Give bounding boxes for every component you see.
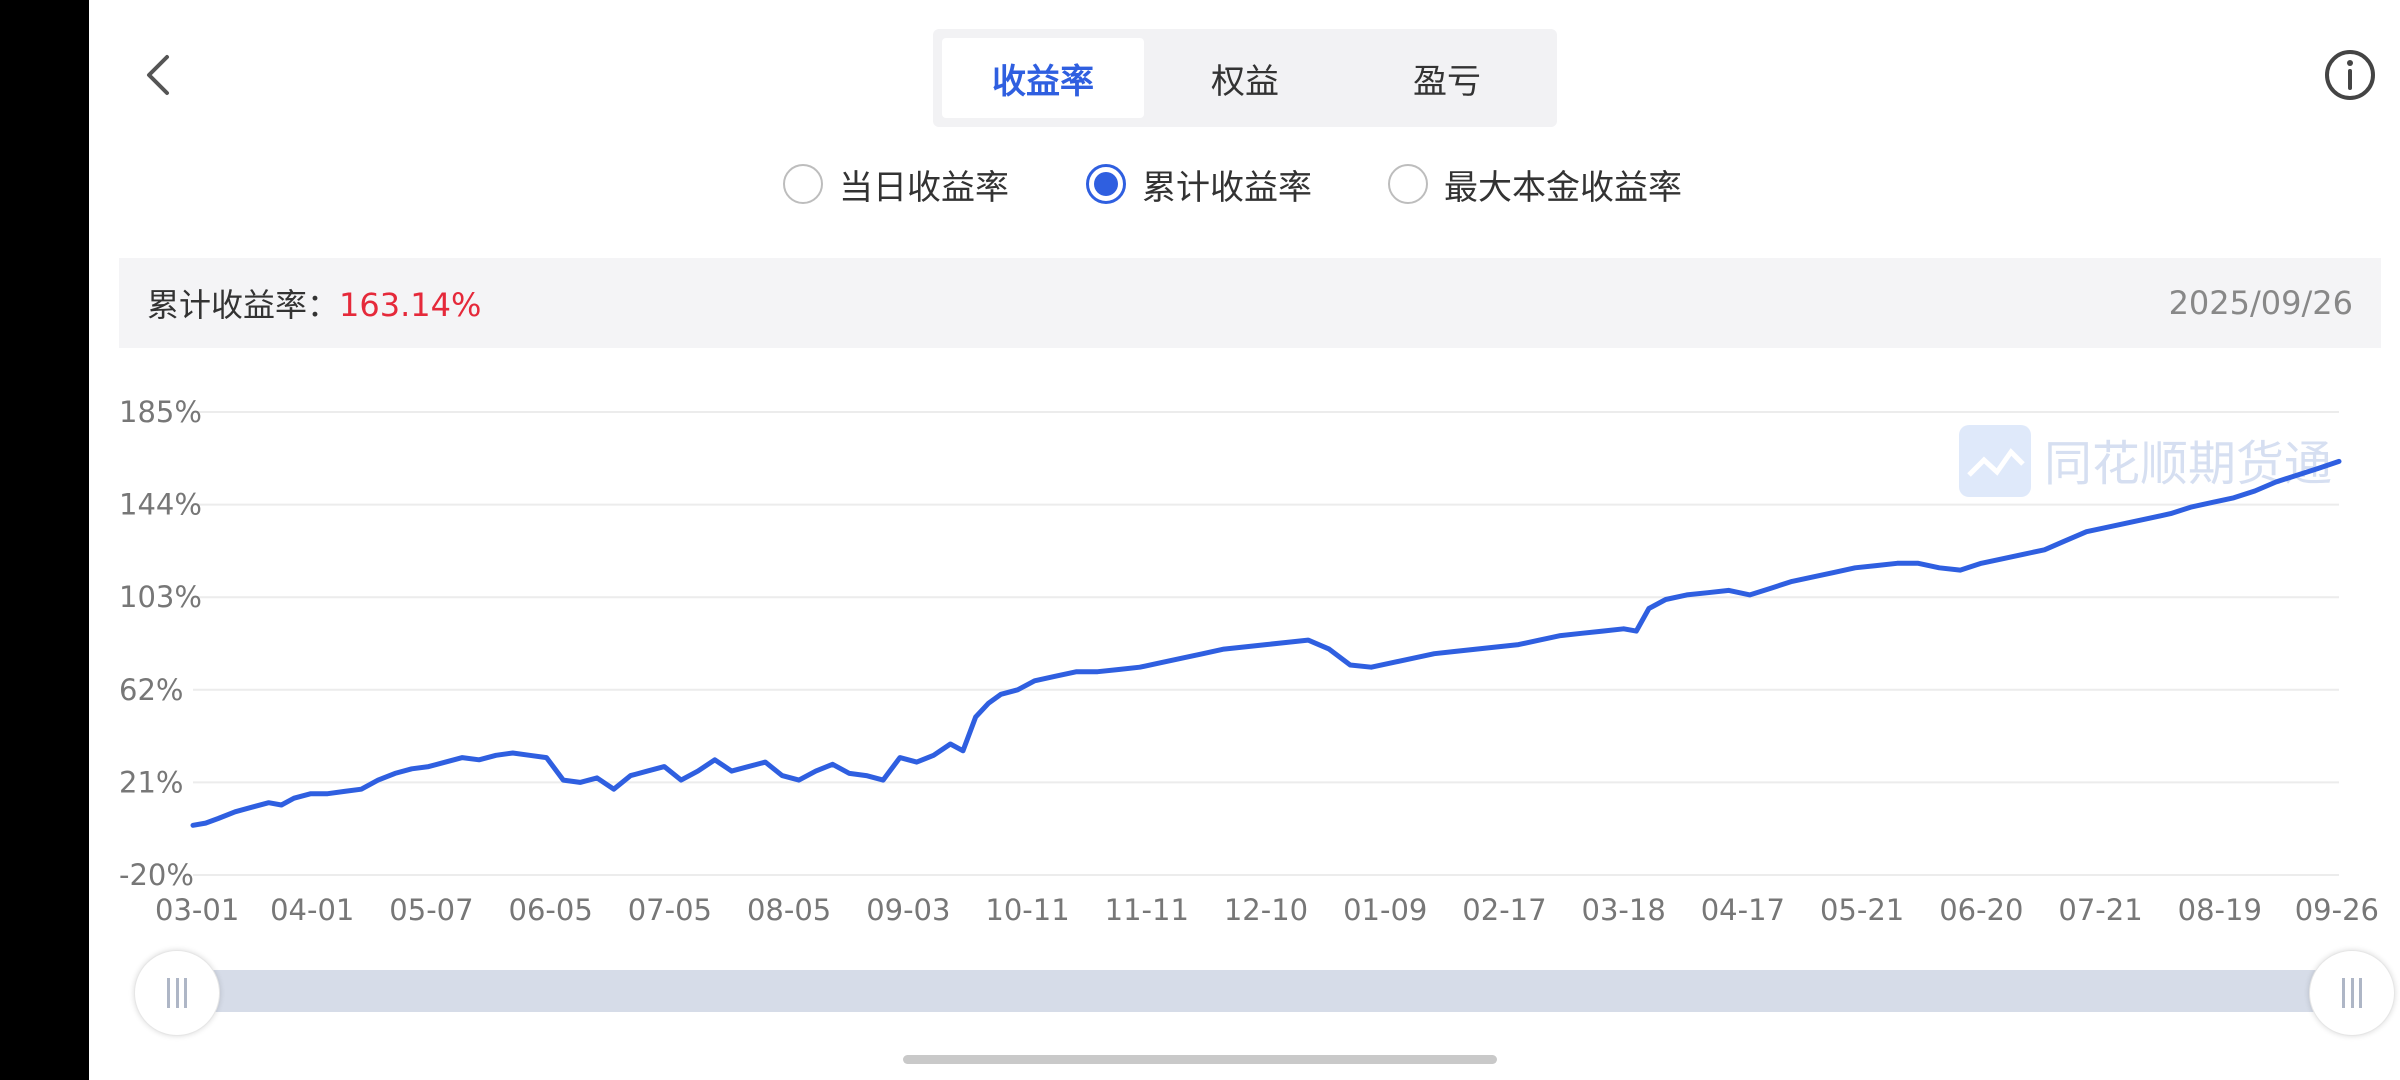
tab-profit-loss[interactable]: 盈亏 xyxy=(1346,38,1548,118)
radio-checked-icon xyxy=(1086,164,1126,204)
x-tick-label: 12-10 xyxy=(1224,893,1308,927)
cumulative-return-chart: 185% 144% 103% 62% 21% -20% 03-01 04-01 05-07 06… xyxy=(119,395,2379,927)
x-tick-label: 11-11 xyxy=(1105,893,1189,927)
x-tick-label: 08-19 xyxy=(2178,893,2262,927)
summary-value: 163.14% xyxy=(339,286,482,324)
x-tick-label: 03-18 xyxy=(1582,893,1666,927)
radio-cumulative-return[interactable]: 累计收益率 xyxy=(1086,158,1312,210)
slider-handle-left[interactable] xyxy=(134,950,220,1036)
x-tick-label: 05-21 xyxy=(1820,893,1904,927)
return-type-radio-group: 当日收益率 累计收益率 最大本金收益率 xyxy=(89,158,2400,210)
x-tick-label: 02-17 xyxy=(1462,893,1546,927)
tab-bar: 收益率 权益 盈亏 xyxy=(933,29,1557,127)
x-tick-label: 05-07 xyxy=(389,893,473,927)
radio-circle-icon xyxy=(783,164,823,204)
cumulative-return-line xyxy=(190,458,2342,828)
x-tick-label: 01-09 xyxy=(1343,893,1427,927)
tab-equity[interactable]: 权益 xyxy=(1144,38,1346,118)
grip-icon xyxy=(2342,978,2362,1008)
radio-daily-return[interactable]: 当日收益率 xyxy=(783,158,1009,210)
y-axis-labels: 185% 144% 103% 62% 21% -20% xyxy=(119,395,202,892)
summary-bar: 累计收益率：163.14% 2025/09/26 xyxy=(119,258,2381,348)
x-tick-label: 04-17 xyxy=(1701,893,1785,927)
chevron-left-icon xyxy=(147,55,169,95)
radio-max-principal-return[interactable]: 最大本金收益率 xyxy=(1388,158,1682,210)
x-tick-label: 06-20 xyxy=(1939,893,2023,927)
watermark: 同花顺期货通 xyxy=(1959,425,2332,497)
x-tick-label: 10-11 xyxy=(985,893,1069,927)
info-button[interactable] xyxy=(2320,45,2380,105)
watermark-text: 同花顺期货通 xyxy=(2044,436,2332,492)
x-tick-label: 09-03 xyxy=(866,893,950,927)
x-tick-label: 09-26 xyxy=(2295,893,2379,927)
x-tick-label: 08-05 xyxy=(747,893,831,927)
y-tick-label: 144% xyxy=(119,488,202,522)
y-tick-label: 185% xyxy=(119,395,202,429)
summary-label: 累计收益率： xyxy=(147,286,340,324)
x-tick-label: 03-01 xyxy=(155,893,239,927)
slider-handle-right[interactable] xyxy=(2309,950,2395,1036)
summary-date: 2025/09/26 xyxy=(2168,284,2353,322)
y-tick-label: -20% xyxy=(119,858,194,892)
radio-circle-icon xyxy=(1388,164,1428,204)
x-tick-label: 04-01 xyxy=(270,893,354,927)
back-button[interactable] xyxy=(129,45,189,105)
info-icon xyxy=(2325,50,2375,100)
x-tick-label: 06-05 xyxy=(509,893,593,927)
x-tick-label: 07-05 xyxy=(628,893,712,927)
y-tick-label: 62% xyxy=(119,673,183,707)
summary-left: 累计收益率：163.14% xyxy=(147,280,481,326)
radio-label: 最大本金收益率 xyxy=(1444,167,1682,208)
x-tick-label: 07-21 xyxy=(2058,893,2142,927)
x-axis-labels: 03-01 04-01 05-07 06-05 07-05 08-05 09-03 10-11… xyxy=(155,893,2379,927)
grip-icon xyxy=(167,978,187,1008)
radio-label: 累计收益率 xyxy=(1142,167,1312,208)
tab-return-rate[interactable]: 收益率 xyxy=(942,38,1144,118)
left-black-bar xyxy=(0,0,89,1080)
range-slider[interactable] xyxy=(134,950,2395,1040)
home-indicator[interactable] xyxy=(903,1055,1497,1064)
slider-track[interactable] xyxy=(179,970,2369,1012)
app-screen: 收益率 权益 盈亏 当日收益率 累计收益率 最大本金收益率 累计收益率：163.… xyxy=(89,0,2400,1080)
radio-label: 当日收益率 xyxy=(839,167,1009,208)
y-tick-label: 21% xyxy=(119,765,183,799)
y-tick-label: 103% xyxy=(119,580,202,614)
